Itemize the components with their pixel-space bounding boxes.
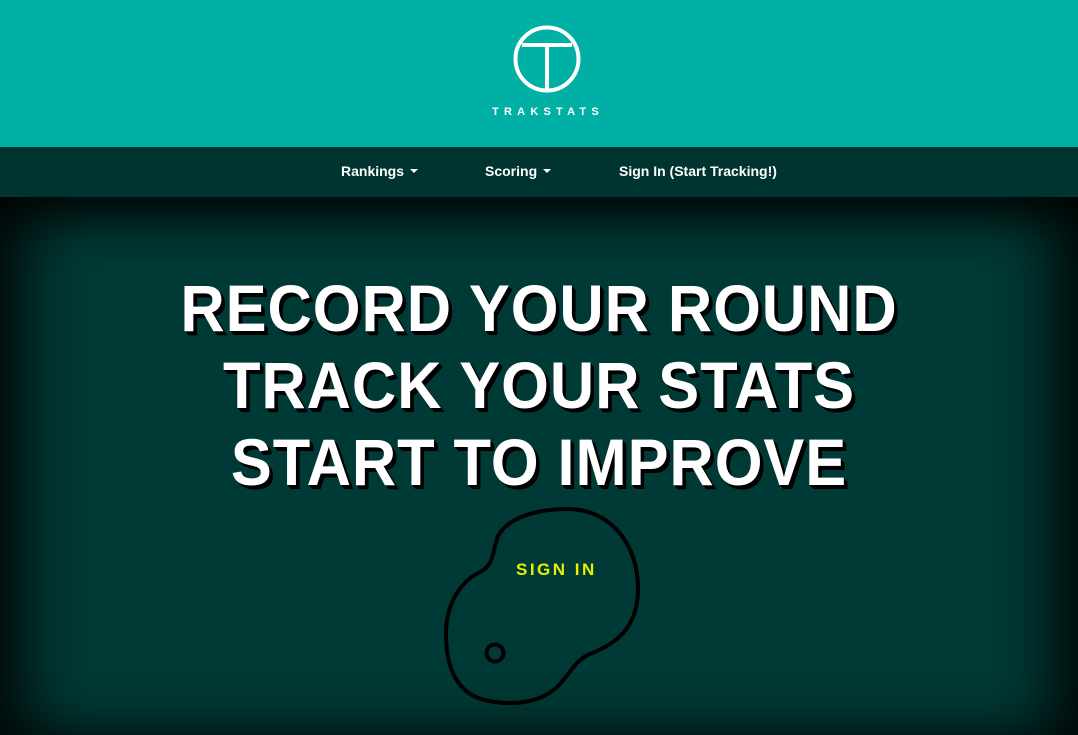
- nav-sign-in-label: Sign In (Start Tracking!): [619, 163, 777, 179]
- nav-scoring-dropdown[interactable]: Scoring: [485, 147, 552, 197]
- hero-sign-in-button[interactable]: SIGN IN: [516, 560, 597, 580]
- t-circle-logo-icon: [513, 25, 581, 93]
- main-navbar: Rankings Scoring Sign In (Start Tracking…: [0, 147, 1078, 197]
- caret-down-icon: [543, 169, 552, 174]
- nav-rankings-dropdown[interactable]: Rankings: [341, 147, 419, 197]
- brand-name: TRAKSTATS: [492, 106, 604, 118]
- golf-tee-shape-icon[interactable]: [440, 504, 646, 710]
- site-header: TRAKSTATS: [0, 0, 1078, 147]
- nav-rankings-label: Rankings: [341, 163, 405, 179]
- caret-down-icon: [410, 169, 419, 174]
- home-logo-link[interactable]: TRAKSTATS: [0, 0, 1078, 147]
- hero-headline-line-1: RECORD YOUR ROUND: [180, 271, 898, 345]
- hero-section: RECORD YOUR ROUND TRACK YOUR STATS START…: [0, 197, 1078, 735]
- nav-scoring-label: Scoring: [485, 163, 538, 179]
- hero-headline-line-3: START TO IMPROVE: [230, 425, 848, 499]
- nav-sign-in-link[interactable]: Sign In (Start Tracking!): [619, 147, 777, 197]
- hero-headline-line-2: TRACK YOUR STATS: [222, 348, 856, 422]
